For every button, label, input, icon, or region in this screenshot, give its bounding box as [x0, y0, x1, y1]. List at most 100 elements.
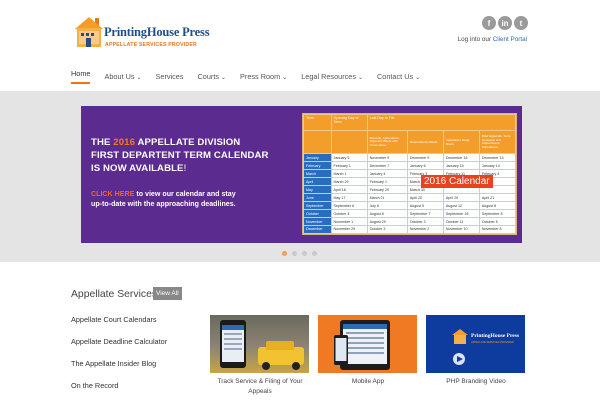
calendar-cell: November 8	[478, 224, 517, 235]
link-on-the-record[interactable]: On the Record	[71, 381, 118, 390]
calendar-cell: August 8	[366, 209, 408, 219]
calendar-cell: December 13	[478, 153, 517, 163]
twitter-icon[interactable]: t	[514, 16, 528, 30]
video-logo-tagline: APPELLATE SERVICES PROVIDER	[471, 341, 514, 344]
link-appellate-insider-blog[interactable]: The Appellate Insider Blog	[71, 359, 156, 368]
nav-courts-label: Courts	[197, 72, 220, 81]
appellate-services-title: Appellate Services	[71, 289, 158, 300]
calendar-cell: December 7	[366, 161, 408, 171]
nav-contact-us[interactable]: Contact Us ⌄	[377, 69, 420, 84]
calendar-cell: August 8	[478, 201, 517, 211]
nav-legal-resources-label: Legal Resources	[301, 72, 356, 81]
calendar-cell: September 7	[406, 209, 444, 219]
nav-courts[interactable]: Courts ⌄	[198, 69, 227, 84]
linkedin-icon[interactable]: in	[498, 16, 512, 30]
calendar-cell: September 16	[442, 209, 480, 219]
nav-legal-resources[interactable]: Legal Resources ⌄	[301, 69, 363, 84]
slider-dot[interactable]	[292, 251, 297, 256]
calendar-header-row: Term Opening Day of Term Last Day to Fil…	[303, 114, 517, 131]
calendar-subheader: Appellant's Reply Briefs	[442, 129, 480, 155]
calendar-row: December November 29 October 3 November 2 No…	[303, 224, 517, 235]
calendar-table: Term Opening Day of Term Last Day to Fil…	[302, 113, 517, 235]
site-logo[interactable]: PrintingHouse Press APPELLATE SERVICES P…	[74, 14, 210, 50]
calendar-cell: November 2	[406, 224, 444, 235]
calendar-header-term: Term	[303, 114, 332, 131]
calendar-cell: September 6	[330, 201, 368, 211]
calendar-subheader: Respondent's Briefs	[406, 129, 444, 155]
slider-dot[interactable]	[302, 251, 307, 256]
calendar-cell: November 9	[366, 153, 408, 163]
calendar-cell: August 5	[406, 201, 444, 211]
video-thumbnail	[426, 315, 525, 373]
calendar-cell: February 1	[330, 161, 368, 171]
calendar-month-cell: March	[303, 169, 332, 179]
calendar-body: January January 5 November 9 December 9 Dece…	[303, 153, 517, 235]
chevron-down-icon: ⌄	[221, 75, 227, 81]
view-all-button[interactable]: View All	[153, 287, 182, 300]
calendar-cell: November 29	[330, 224, 368, 235]
slide-headline-3: IS NOW AVAILABLE!	[91, 163, 186, 174]
main-nav: Home About Us ⌄ Services Courts ⌄ Press Ro…	[71, 69, 434, 84]
slide-headline-1: THE 2016 APPELLATE DIVISION	[91, 137, 240, 148]
chevron-down-icon: ⌄	[415, 75, 421, 81]
tile-mobile-app[interactable]	[318, 315, 417, 373]
slide-line1-suffix: APPELLATE DIVISION	[137, 137, 241, 148]
click-here-link[interactable]: CLICK HERE	[91, 190, 134, 198]
calendar-cell: January 5	[330, 153, 368, 163]
calendar-row: October October 4 August 8 September 7 Septe…	[303, 209, 517, 219]
calendar-cell: March 21	[366, 193, 408, 203]
calendar-header-last-day: Last Day to File	[366, 114, 517, 131]
calendar-cell: March 1	[330, 169, 368, 179]
calendar-cell: November 10	[442, 224, 480, 235]
nav-press-room[interactable]: Press Room ⌄	[240, 69, 287, 84]
calendar-cell: December 9	[406, 153, 444, 163]
calendar-subheader-row: Records, Appendices, Appendix Briefs wit…	[303, 129, 517, 155]
login-text: Log into our Client Portal	[458, 36, 527, 43]
calendar-month-cell: September	[303, 201, 332, 211]
logo-name-part1: PrintingHouse	[104, 25, 180, 39]
caption-line: Mobile App	[351, 378, 385, 385]
slide-cta-rest: to view our calendar and stay	[136, 190, 236, 198]
calendar-cell: October 5	[478, 217, 517, 226]
caption-line: Track Service & Filing of Your	[217, 378, 303, 385]
calendar-month-cell: October	[303, 209, 332, 219]
calendar-month-cell: December	[303, 224, 332, 235]
nav-services[interactable]: Services	[156, 69, 184, 84]
calendar-cell: October 11	[442, 217, 480, 226]
nav-services-label: Services	[155, 72, 184, 81]
hero-slide[interactable]: THE 2016 APPELLATE DIVISION FIRST DEPART…	[81, 106, 522, 243]
caption-line: Appeals	[248, 388, 272, 395]
client-portal-link[interactable]: Client Portal	[493, 36, 527, 43]
calendar-cell: November 1	[330, 217, 368, 226]
nav-press-room-label: Press Room	[240, 72, 281, 81]
nav-contact-us-label: Contact Us	[377, 72, 414, 81]
link-appellate-deadline-calculator[interactable]: Appellate Deadline Calculator	[71, 337, 167, 346]
calendar-cell: September 8	[478, 209, 517, 219]
calendar-cell: January 14	[478, 161, 517, 171]
calendar-row: June May 17 March 21 April 20 April 29 April …	[303, 193, 517, 203]
tile-branding-video[interactable]: PrintingHouse Press APPELLATE SERVICES P…	[426, 315, 525, 373]
nav-home[interactable]: Home	[71, 69, 91, 84]
calendar-header-opening: Opening Day of Term	[330, 114, 368, 131]
logo-name-part2: Press	[182, 25, 210, 39]
chevron-down-icon: ⌄	[282, 75, 288, 81]
nav-home-label: Home	[71, 69, 91, 78]
calendar-month-cell: February	[303, 161, 332, 171]
calendar-month-cell: April	[303, 177, 332, 187]
tile-track-service[interactable]	[210, 315, 309, 373]
calendar-cell: May 17	[330, 193, 368, 203]
calendar-subheader: Brief Appendix, Term Requests and Adjour…	[478, 129, 517, 155]
slider-dots	[282, 251, 317, 256]
calendar-cell: April 18	[330, 185, 368, 195]
calendar-cell: January 15	[442, 161, 480, 171]
calendar-cell: January 4	[366, 169, 408, 179]
slider-dot[interactable]	[312, 251, 317, 256]
slider-dot[interactable]	[282, 251, 287, 256]
link-appellate-court-calendars[interactable]: Appellate Court Calendars	[71, 315, 157, 324]
video-logo-name: PrintingHouse Press	[471, 333, 520, 339]
nav-about-us[interactable]: About Us ⌄	[104, 69, 141, 84]
facebook-icon[interactable]: f	[482, 16, 496, 30]
tile-caption-track-service: Track Service & Filing of Your Appeals	[206, 377, 314, 397]
calendar-cell: July 6	[366, 201, 408, 211]
calendar-cell: February 1	[366, 177, 408, 187]
